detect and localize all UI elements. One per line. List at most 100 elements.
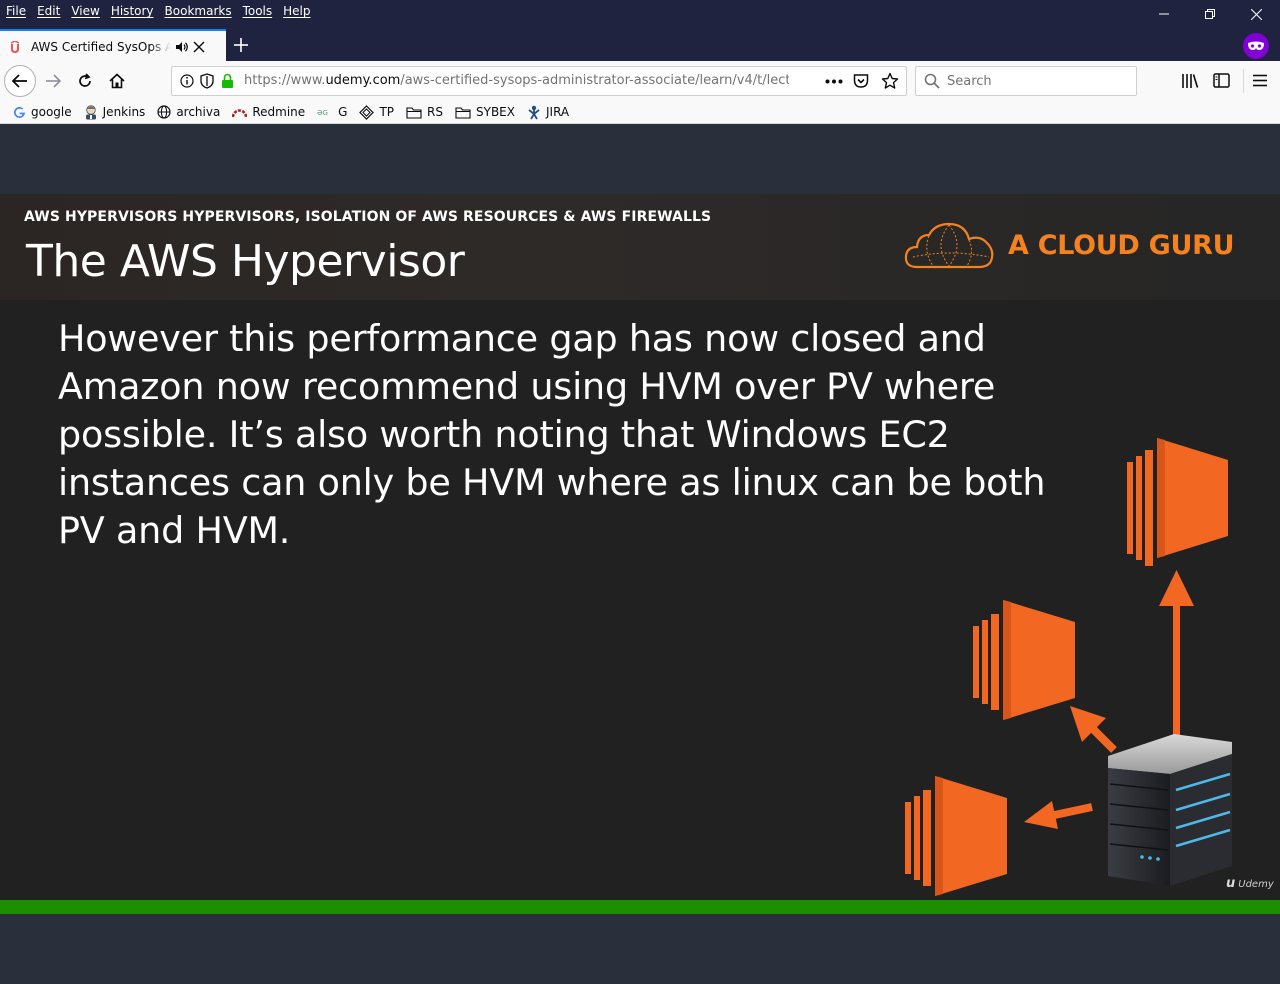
- lock-icon[interactable]: [221, 73, 234, 89]
- udemy-logo-icon: u: [1226, 876, 1236, 891]
- search-icon: [924, 73, 940, 89]
- arrow-up-left-icon: [1070, 706, 1117, 753]
- tab-title: AWS Certified SysOps Administrator - Ass…: [31, 39, 171, 54]
- bookmark-archiva[interactable]: archiva: [157, 105, 220, 119]
- cloud-logo-icon: [904, 222, 994, 269]
- tp-icon: [359, 104, 375, 120]
- video-player[interactable]: AWS HYPERVISORS HYPERVISORS, ISOLATION O…: [0, 194, 1280, 900]
- reload-icon: [79, 73, 91, 87]
- hamburger-menu-icon[interactable]: [1253, 74, 1267, 87]
- bookmark-label: TP: [379, 105, 395, 119]
- redmine-icon: [232, 107, 248, 118]
- info-icon[interactable]: [180, 74, 194, 88]
- menu-edit[interactable]: Edit: [37, 4, 60, 18]
- bookmark-label: SYBEX: [476, 105, 515, 119]
- url-path: /aws-certified-sysops-administrator-asso…: [400, 73, 789, 88]
- bookmark-g[interactable]: ƏG G: [317, 105, 347, 119]
- back-arrow-icon: [12, 74, 27, 88]
- search-placeholder: Search: [947, 74, 992, 89]
- bookmark-label: G: [338, 105, 348, 119]
- minimize-icon: [1159, 13, 1169, 15]
- close-icon: [1250, 8, 1262, 20]
- globe-icon: [157, 105, 171, 119]
- ec2-instance-icon: [905, 776, 1007, 896]
- video-progress-bar[interactable]: [0, 900, 1280, 914]
- address-bar[interactable]: https://www.udemy.com/aws-certified-syso…: [171, 66, 907, 96]
- toolbar-separator: [1243, 69, 1244, 93]
- bookmark-label: RS: [427, 105, 443, 119]
- udemy-icon: [10, 40, 20, 53]
- sidebar-icon[interactable]: [1213, 73, 1230, 88]
- url-text[interactable]: https://www.udemy.com/aws-certified-syso…: [244, 73, 789, 88]
- tab-active[interactable]: AWS Certified SysOps Administrator - Ass…: [0, 29, 226, 62]
- close-window-button[interactable]: [1233, 0, 1279, 28]
- g-icon: ƏG: [317, 107, 333, 117]
- udemy-watermark: u Udemy: [1226, 876, 1274, 891]
- page-content: AWS HYPERVISORS HYPERVISORS, ISOLATION O…: [0, 125, 1280, 984]
- bookmark-label: Jenkins: [102, 105, 146, 119]
- home-icon: [109, 73, 125, 89]
- back-button[interactable]: [4, 65, 36, 97]
- reload-button[interactable]: [69, 65, 101, 97]
- arrow-up-icon: [1159, 570, 1194, 746]
- slide-subtitle: AWS HYPERVISORS HYPERVISORS, ISOLATION O…: [24, 209, 712, 225]
- pocket-icon[interactable]: [853, 73, 869, 89]
- bookmark-label: google: [31, 105, 72, 119]
- forward-button[interactable]: [37, 65, 69, 97]
- library-icon[interactable]: [1181, 73, 1199, 89]
- arrow-left-icon: [1024, 801, 1093, 829]
- url-host: udemy.com: [325, 73, 401, 88]
- menu-tools[interactable]: Tools: [243, 4, 273, 18]
- svg-text:ƏG: ƏG: [317, 109, 328, 117]
- bookmark-folder-sybex[interactable]: SYBEX: [455, 105, 515, 119]
- ec2-instance-icon: [1127, 438, 1228, 566]
- bookmark-google[interactable]: google: [13, 105, 72, 119]
- url-prefix: https://www.: [244, 73, 326, 88]
- folder-icon: [455, 106, 471, 119]
- watermark-text: Udemy: [1238, 879, 1274, 890]
- menu-view[interactable]: View: [71, 4, 99, 18]
- bookmark-jenkins[interactable]: Jenkins: [84, 104, 146, 120]
- bookmark-jira[interactable]: JIRA: [527, 105, 569, 120]
- bookmark-redmine[interactable]: Redmine: [232, 105, 305, 119]
- plus-icon: [234, 38, 248, 52]
- bookmark-label: Redmine: [252, 105, 306, 119]
- body-line: However this performance gap has now clo…: [58, 317, 986, 360]
- bookmark-tp[interactable]: TP: [359, 104, 395, 120]
- home-button[interactable]: [101, 65, 133, 97]
- forward-arrow-icon: [46, 74, 61, 88]
- menu-file[interactable]: File: [6, 4, 26, 18]
- body-line: Amazon now recommend using HVM over PV w…: [58, 365, 996, 408]
- search-box[interactable]: Search: [915, 66, 1137, 96]
- hypervisor-illustration: [905, 438, 1232, 896]
- browser-titlebar: File Edit View History Bookmarks Tools H…: [0, 0, 1280, 62]
- menu-bar: File Edit View History Bookmarks Tools H…: [0, 0, 322, 22]
- minimize-button[interactable]: [1141, 0, 1187, 28]
- bookmarks-toolbar: google Jenkins archiva Redmine ƏG G TP R…: [0, 101, 1280, 124]
- bookmark-label: JIRA: [545, 105, 570, 119]
- tab-close-icon[interactable]: [193, 41, 205, 53]
- bookmark-folder-rs[interactable]: RS: [406, 105, 443, 119]
- restore-button[interactable]: [1187, 0, 1233, 28]
- bookmark-label: archiva: [176, 105, 221, 119]
- jira-icon: [527, 105, 541, 120]
- new-tab-button[interactable]: [228, 32, 254, 58]
- server-icon: [1108, 734, 1232, 886]
- ec2-instance-icon: [973, 600, 1075, 720]
- jenkins-icon: [84, 104, 98, 120]
- folder-icon: [406, 106, 422, 119]
- menu-bookmarks[interactable]: Bookmarks: [165, 4, 232, 18]
- restore-icon: [1205, 9, 1215, 19]
- navigation-toolbar: https://www.udemy.com/aws-certified-syso…: [0, 61, 1280, 101]
- tracking-shield-icon[interactable]: [200, 73, 214, 89]
- bookmark-star-icon[interactable]: [881, 72, 899, 90]
- slide-header: AWS HYPERVISORS HYPERVISORS, ISOLATION O…: [0, 194, 1280, 300]
- menu-help[interactable]: Help: [283, 4, 310, 18]
- menu-history[interactable]: History: [111, 4, 154, 18]
- brand-text: A CLOUD GURU: [1008, 230, 1235, 261]
- slide-title: The AWS Hypervisor: [26, 236, 465, 287]
- google-icon: [13, 106, 26, 119]
- speaker-icon[interactable]: [175, 41, 189, 53]
- page-actions-icon[interactable]: [825, 79, 843, 84]
- private-browsing-icon: [1243, 33, 1269, 59]
